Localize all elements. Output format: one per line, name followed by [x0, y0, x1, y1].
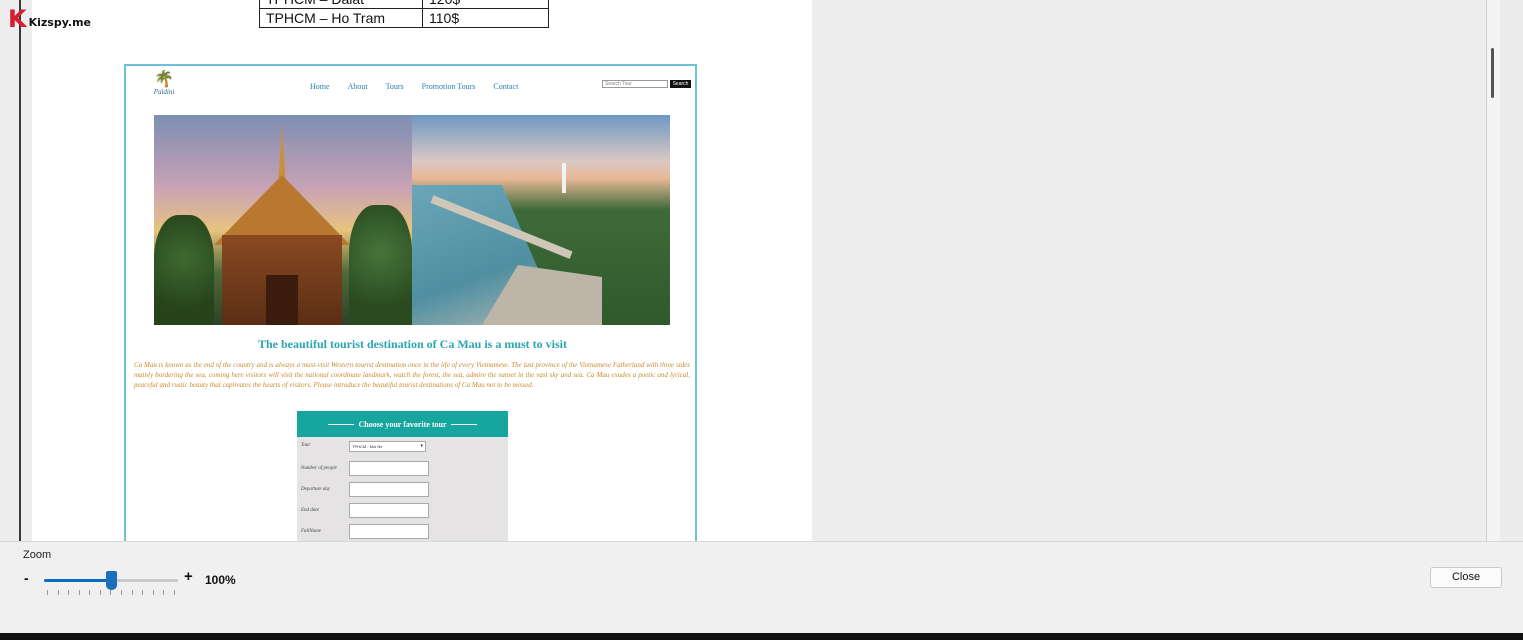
image-viewer-window: TPHCM – Dalat 120$ TPHCM – Ho Tram 110$ …	[0, 0, 1523, 640]
scrollbar-thumb[interactable]	[1491, 48, 1494, 98]
table-row: TPHCM – Dalat 120$	[259, 0, 549, 9]
nav-contact[interactable]: Contact	[493, 82, 518, 91]
fullname-field[interactable]	[349, 524, 429, 539]
hero-image	[154, 115, 670, 325]
table-row: TPHCM – Ho Tram 110$	[259, 8, 549, 28]
nav-tours[interactable]: Tours	[386, 82, 404, 91]
temple-photo	[154, 115, 412, 325]
zoom-slider-fill	[44, 579, 111, 582]
nav-about[interactable]: About	[348, 82, 368, 91]
site-logo: 🌴 Paldini	[148, 72, 180, 100]
nav-promotion-tours[interactable]: Promotion Tours	[422, 82, 476, 91]
site-body-text: Ca Mau is known as the end of the countr…	[134, 361, 690, 389]
ca-mau-cape-photo	[412, 115, 670, 325]
site-search-button[interactable]: Search	[670, 80, 691, 88]
site-nav: Home About Tours Promotion Tours Contact	[310, 82, 518, 91]
document-page: TPHCM – Dalat 120$ TPHCM – Ho Tram 110$ …	[32, 0, 812, 541]
site-search-input[interactable]: Search Tour	[602, 80, 668, 88]
kizspy-logo-text: Kizspy.me	[28, 16, 91, 29]
tour-select[interactable]: TPHCM - Mui Ne ▾	[349, 441, 426, 452]
route-cell: TPHCM – Ho Tram	[259, 8, 423, 28]
people-label: Number of people	[301, 466, 337, 471]
end-date-field[interactable]	[349, 503, 429, 518]
form-title: Choose your favorite tour	[358, 419, 447, 429]
zoom-toolbar: Zoom - + 100% Close	[0, 541, 1523, 633]
people-field[interactable]	[349, 461, 429, 476]
kizspy-logo-icon: K	[8, 5, 27, 33]
window-bottom-edge	[0, 633, 1523, 640]
website-screenshot: 🌴 Paldini Home About Tours Promotion Tou…	[124, 64, 697, 541]
nav-home[interactable]: Home	[310, 82, 330, 91]
route-cell: TPHCM – Dalat	[259, 0, 423, 9]
site-headline: The beautiful tourist destination of Ca …	[257, 337, 568, 351]
close-button[interactable]: Close	[1430, 567, 1502, 588]
price-cell: 110$	[422, 8, 549, 28]
fullname-label: FullName	[301, 529, 321, 534]
zoom-label: Zoom	[23, 549, 52, 561]
price-table: TPHCM – Dalat 120$ TPHCM – Ho Tram 110$	[259, 0, 549, 28]
chevron-down-icon: ▾	[420, 443, 423, 449]
kizspy-watermark: K Kizspy.me	[8, 5, 91, 33]
site-search: Search Tour Search	[602, 80, 691, 88]
palm-tree-icon: 🌴	[154, 71, 174, 88]
document-left-rule	[19, 0, 21, 541]
zoom-slider-thumb[interactable]	[105, 571, 117, 590]
tour-booking-form: Choose your favorite tour Tour TPHCM - M…	[297, 411, 508, 541]
price-cell: 120$	[422, 0, 549, 9]
zoom-out-button[interactable]: -	[24, 570, 29, 586]
preview-area: TPHCM – Dalat 120$ TPHCM – Ho Tram 110$ …	[0, 0, 1500, 541]
form-header: Choose your favorite tour	[297, 411, 508, 437]
tour-select-value: TPHCM - Mui Ne	[352, 444, 383, 449]
zoom-in-button[interactable]: +	[184, 568, 193, 585]
departure-field[interactable]	[349, 482, 429, 497]
end-date-label: End date	[301, 508, 319, 513]
zoom-value: 100%	[205, 573, 236, 587]
site-logo-name: Paldini	[153, 88, 175, 96]
zoom-slider-ticks	[47, 590, 175, 596]
tour-label: Tour	[301, 443, 311, 448]
departure-label: Departure day	[301, 487, 331, 492]
